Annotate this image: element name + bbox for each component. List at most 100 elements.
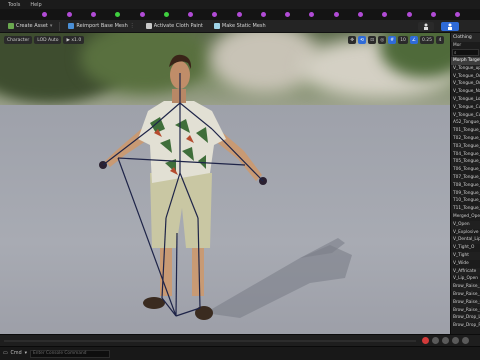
- tab-dot-icon[interactable]: [91, 12, 96, 17]
- transform-scale-icon[interactable]: ⊡: [368, 36, 377, 44]
- morph-target-item[interactable]: T05_Tongue_: [451, 158, 480, 167]
- morph-target-item[interactable]: T11_Tongue_: [451, 205, 480, 213]
- world-local-icon[interactable]: ◎: [378, 36, 387, 44]
- morph-target-item[interactable]: Brow_Drop_R: [451, 322, 480, 330]
- morph-target-item[interactable]: T08_Tongue_: [451, 182, 480, 190]
- menu-help[interactable]: Help: [30, 2, 41, 8]
- activate-cloth-paint-button[interactable]: Activate Cloth Paint: [142, 22, 207, 31]
- tab-dot-icon[interactable]: [285, 12, 290, 17]
- tab-dot-icon[interactable]: [42, 12, 47, 17]
- grid-snap-icon[interactable]: #: [388, 36, 397, 44]
- morph-search-input[interactable]: ⌕: [452, 49, 479, 56]
- lod-menu-button[interactable]: LOD Auto: [34, 36, 62, 44]
- morph-target-item[interactable]: T04_Tongue_: [451, 151, 480, 159]
- tab-dot-icon[interactable]: [261, 12, 266, 17]
- make-static-mesh-button[interactable]: Make Static Mesh: [210, 22, 270, 31]
- tab-dot-icon[interactable]: [164, 12, 169, 17]
- record-icon[interactable]: [422, 337, 429, 344]
- morph-target-item[interactable]: Brow_Raise_I: [451, 283, 480, 291]
- plus-icon: [8, 23, 14, 29]
- play-speed-button[interactable]: ▶ x1.0: [63, 36, 85, 44]
- step-forward-icon[interactable]: [452, 337, 459, 344]
- viewport-toolbar: Character LOD Auto ▶ x1.0: [4, 36, 85, 44]
- transform-rotate-icon[interactable]: ⟲: [358, 36, 367, 44]
- console-icon: ▭: [3, 351, 8, 356]
- camera-speed-button[interactable]: 4: [436, 36, 444, 44]
- skeleton-mode-button[interactable]: [441, 22, 459, 31]
- status-bar: ▭ Cmd ▾ Enter Console Command: [0, 346, 480, 360]
- morph-target-item[interactable]: V_Tongue_Na: [451, 88, 480, 96]
- morph-target-item[interactable]: V_Explosive: [451, 229, 480, 237]
- morph-target-item[interactable]: V_Tongue_Ou: [451, 73, 480, 81]
- right-sandal: [195, 306, 213, 320]
- morph-target-item[interactable]: A52_Tongue_: [451, 119, 480, 127]
- character-menu-button[interactable]: Character: [4, 36, 33, 44]
- morph-target-item[interactable]: V_Tongue_up: [451, 64, 480, 73]
- play-icon[interactable]: [442, 337, 449, 344]
- character-preview: [99, 54, 352, 320]
- morph-target-item[interactable]: Brow_Raise_O: [451, 307, 480, 315]
- search-icon: ⌕: [454, 50, 457, 56]
- tab-dot-icon[interactable]: [455, 12, 460, 17]
- morph-target-item[interactable]: Merged_Open: [451, 213, 480, 221]
- morph-target-item[interactable]: V_Tight: [451, 251, 480, 260]
- tab-dot-icon[interactable]: [237, 12, 242, 17]
- console-command-input[interactable]: Enter Console Command: [30, 349, 111, 358]
- create-asset-button[interactable]: Create Asset ▾: [4, 22, 56, 31]
- panel-tab-clothing[interactable]: Clothing: [451, 33, 480, 42]
- skeleton-icon: [448, 23, 452, 30]
- tab-dot-icon[interactable]: [382, 12, 387, 17]
- morph-target-item[interactable]: V_Tight_O: [451, 244, 480, 252]
- pause-icon[interactable]: [432, 337, 439, 344]
- cube-icon: [213, 23, 220, 29]
- timeline-track[interactable]: [4, 340, 416, 342]
- tab-dot-icon[interactable]: [358, 12, 363, 17]
- editor-tab-row: [0, 9, 480, 20]
- morph-target-item[interactable]: V_Affricate: [451, 267, 480, 276]
- morph-target-item[interactable]: T09_Tongue_: [451, 189, 480, 198]
- morph-target-item[interactable]: V_Wide: [451, 260, 480, 268]
- morph-target-item[interactable]: Brow_Drop_L: [451, 314, 480, 323]
- transform-move-icon[interactable]: ✥: [348, 36, 357, 44]
- tab-dot-icon[interactable]: [67, 12, 72, 17]
- morph-target-list: Morph TargetsV_Tongue_upV_Tongue_OuV_Ton…: [451, 56, 480, 330]
- tab-dot-icon[interactable]: [407, 12, 412, 17]
- tab-dot-icon[interactable]: [188, 12, 193, 17]
- create-asset-label: Create Asset: [16, 23, 48, 29]
- cmd-dropdown[interactable]: Cmd: [11, 351, 22, 356]
- morph-target-item[interactable]: Brow_Raise_O: [451, 298, 480, 307]
- morph-target-item[interactable]: V_Tongue_Ou: [451, 80, 480, 89]
- tab-dot-icon[interactable]: [212, 12, 217, 17]
- tab-dot-icon[interactable]: [334, 12, 339, 17]
- reimport-icon: [68, 23, 75, 29]
- morph-target-item[interactable]: T02_Tongue_: [451, 135, 480, 143]
- morph-target-item[interactable]: Brow_Raise_I: [451, 291, 480, 299]
- person-mode-button[interactable]: [418, 22, 434, 31]
- morph-target-item[interactable]: V_Tongue_Lo: [451, 95, 480, 104]
- cloth-paint-icon: [145, 23, 152, 29]
- morph-target-item[interactable]: Morph Targets: [451, 57, 480, 65]
- morph-target-item[interactable]: V_Dental_Lip: [451, 236, 480, 245]
- morph-target-item[interactable]: V_Lip_Open: [451, 275, 480, 283]
- tab-dot-icon[interactable]: [140, 12, 145, 17]
- grid-snap-value[interactable]: 10: [398, 36, 408, 44]
- angle-snap-icon[interactable]: ∠: [409, 36, 418, 44]
- loop-icon[interactable]: [462, 337, 469, 344]
- morph-target-item[interactable]: V_Open: [451, 220, 480, 229]
- person-icon: [424, 23, 428, 30]
- morph-target-item[interactable]: T06_Tongue_: [451, 166, 480, 174]
- morph-target-panel: Clothing Mor ⌕ Morph TargetsV_Tongue_upV…: [450, 33, 480, 334]
- morph-target-item[interactable]: T10_Tongue_: [451, 197, 480, 205]
- morph-target-item[interactable]: T03_Tongue_: [451, 142, 480, 151]
- morph-target-item[interactable]: T01_Tongue_: [451, 127, 480, 135]
- menu-tools[interactable]: Tools: [8, 2, 20, 8]
- scale-snap-value[interactable]: 0.25: [419, 36, 434, 44]
- reimport-base-mesh-button[interactable]: Reimport Base Mesh ⋮: [64, 22, 138, 31]
- tab-dot-icon[interactable]: [309, 12, 314, 17]
- tab-dot-icon[interactable]: [115, 12, 120, 17]
- morph-target-item[interactable]: T07_Tongue_: [451, 173, 480, 182]
- tab-dot-icon[interactable]: [431, 12, 436, 17]
- viewport[interactable]: Character LOD Auto ▶ x1.0 ✥ ⟲ ⊡ ◎ # 10 ∠…: [0, 33, 450, 334]
- morph-target-item[interactable]: V_Tongue_Cu: [451, 111, 480, 120]
- morph-target-item[interactable]: V_Tongue_Cu: [451, 104, 480, 112]
